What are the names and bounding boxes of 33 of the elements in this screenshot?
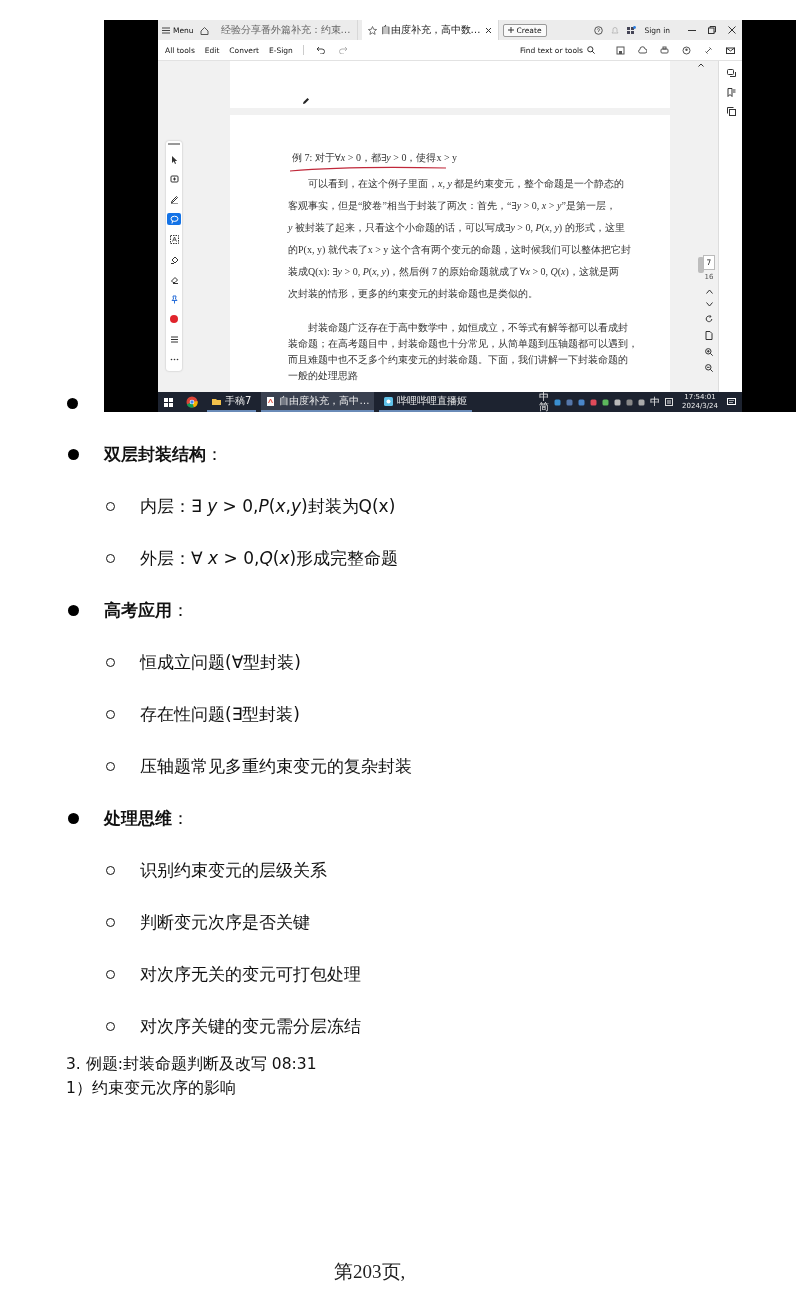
list-item-text: 恒成立问题(∀型封装) [140, 650, 301, 674]
ime-indicator[interactable]: 中 [539, 392, 550, 402]
list-item-text: 判断变元次序是否关键 [140, 910, 310, 934]
text-line: 装命题；在高考题目中，封装命题也十分常见，从简单题到压轴题都可以遇到， [288, 338, 639, 351]
list-item-text: 双层封装结构： [104, 442, 223, 466]
list-item-text: 对次序无关的变元可打包处理 [140, 962, 361, 986]
list-item-text: 处理思维： [104, 806, 189, 830]
page-footer: 第203页, [0, 1259, 796, 1285]
text-line: 例 7: 对于∀x > 0，都∃y > 0，使得x > y [292, 151, 459, 163]
section-heading: 3. 例题:封装命题判断及改写 08:31 [65, 1054, 318, 1075]
language-indicator[interactable]: 中 [650, 395, 661, 409]
taskbar-button[interactable]: 哔哩哔哩直播姬 [379, 392, 473, 412]
text-line: 可以看到，在这个例子里面，x, y 都是约束变元，整个命题是一个静态的 [307, 178, 626, 191]
list-item-text: 识别约束变元的层级关系 [140, 858, 327, 882]
taskbar-button[interactable]: 自由度补充，高中… [261, 392, 375, 412]
text-line: 次封装的情形，更多的约束变元的封装命题也是类似的。 [288, 288, 539, 301]
ime-mode[interactable]: 简 [539, 402, 550, 412]
list-item-text: 存在性问题(∃型封装) [140, 702, 300, 726]
text-line: 的P(x, y) 就代表了x > y 这个含有两个变元的命题，这时候我们可以整体把它封 [288, 244, 632, 257]
text-line: 装成Q(x): ∃y > 0, P(x, y)，然后例 7 的原始命题就成了∀x > 0, Q(x)，这就是两 [288, 266, 620, 279]
list-item-text: 外层：∀ x > 0,Q(x)形成完整命题 [140, 546, 399, 570]
text-line: 客观事实，但是“胶卷”相当于封装了两次：首先，“∃y > 0, x > y”是第一层， [288, 200, 617, 213]
text-line: 封装命题广泛存在于高中数学中，如恒成立，不等式有解等都可以看成封 [307, 322, 629, 335]
subsection-heading: 1）约束变元次序的影响 [65, 1078, 237, 1099]
taskbar-button[interactable]: 手稿7 [207, 392, 257, 412]
text-line: 而且难题中也不乏多个约束变元的封装命题。下面，我们讲解一下封装命题的 [288, 354, 629, 367]
list-item-text: 内层：∃ y > 0,P(x,y)封装为Q(x) [140, 494, 396, 518]
list-item-text: 对次序关键的变元需分层冻结 [140, 1014, 361, 1038]
document-tab[interactable]: 自由度补充，高中数… [361, 20, 499, 40]
text-line: y 被封装了起来，只看这个小命题的话，可以写成∃y > 0, P(x, y) 的形式，这里 [288, 222, 626, 235]
list-item-text: 压轴题常见多重约束变元的复杂封装 [140, 754, 412, 778]
text-line: 一般的处理思路 [288, 370, 359, 383]
list-item-text: 高考应用： [104, 598, 189, 622]
